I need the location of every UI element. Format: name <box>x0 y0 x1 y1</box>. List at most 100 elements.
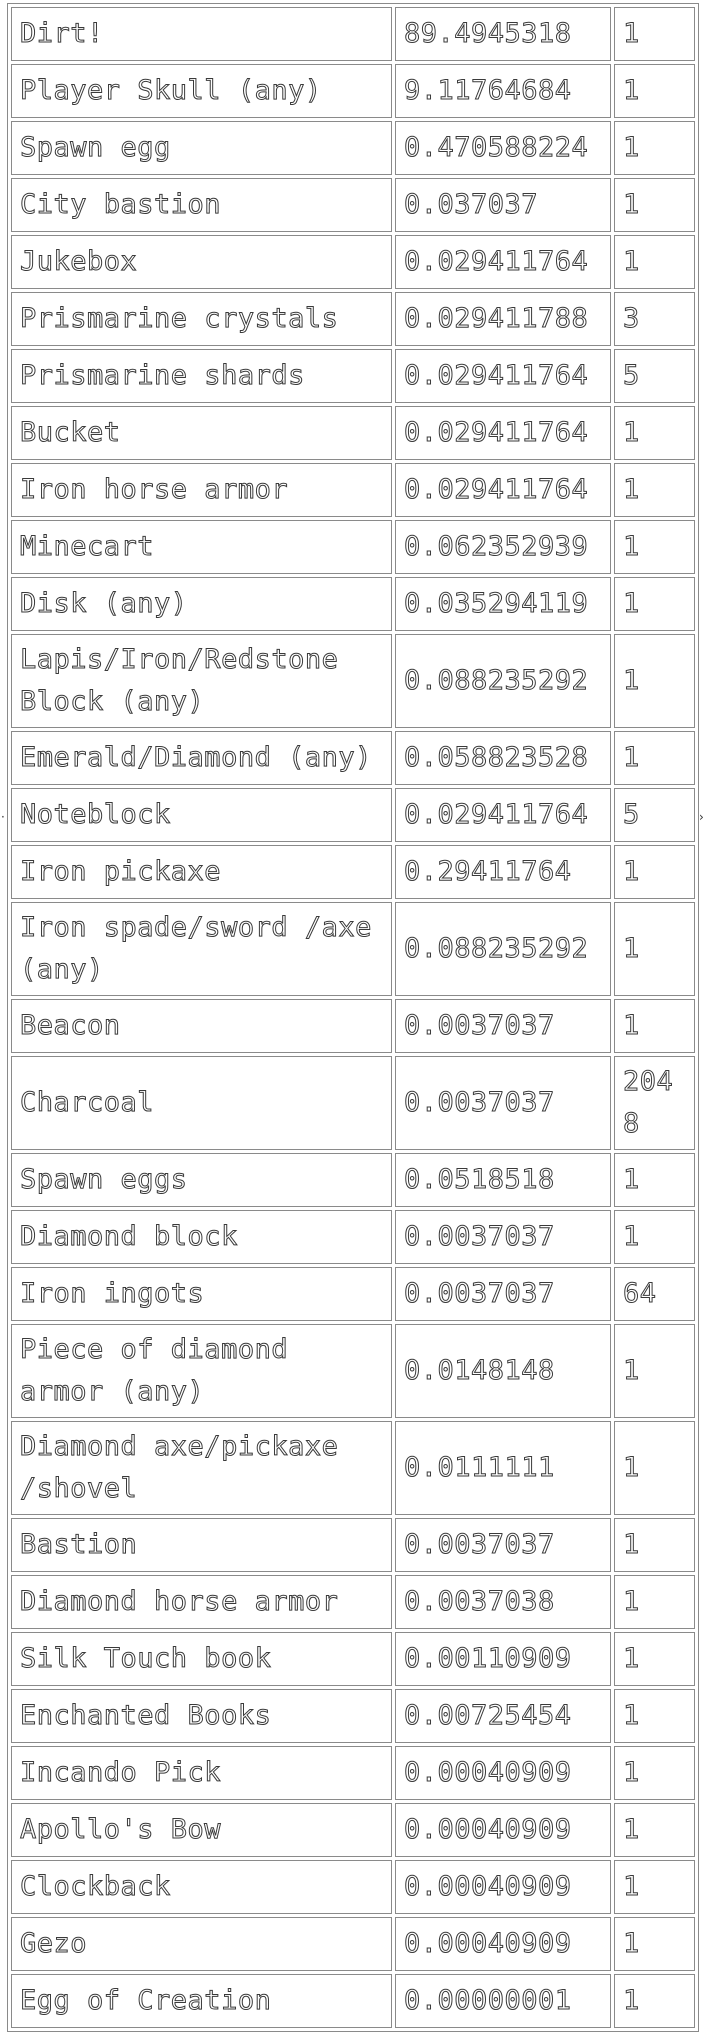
table-row: Disk (any) 0.035294119 1 <box>11 577 695 631</box>
drop-chance-cell: 0.00000001 <box>395 1974 611 2028</box>
item-count-cell: 1 <box>614 463 695 517</box>
drop-chance-cell: 0.0148148 <box>395 1324 611 1418</box>
item-count-cell: 1 <box>614 1632 695 1686</box>
item-name-cell: Enchanted Books <box>11 1689 392 1743</box>
drop-chance-cell: 0.00725454 <box>395 1689 611 1743</box>
drop-chance-cell: 0.029411764 <box>395 788 611 842</box>
drop-chance-cell: 0.029411764 <box>395 349 611 403</box>
drop-chance-cell: 0.035294119 <box>395 577 611 631</box>
table-row: Beacon 0.0037037 1 <box>11 999 695 1053</box>
drop-chance-cell: 0.0037037 <box>395 999 611 1053</box>
item-count-cell: 1 <box>614 7 695 61</box>
drop-chance-cell: 0.029411764 <box>395 235 611 289</box>
item-name-cell: Incando Pick <box>11 1746 392 1800</box>
item-count-cell: 1 <box>614 1153 695 1207</box>
item-count-cell: 1 <box>614 1421 695 1515</box>
item-count-cell: 5 <box>614 349 695 403</box>
table-row: Prismarine crystals 0.029411788 3 <box>11 292 695 346</box>
item-count-cell: 2048 <box>614 1056 695 1150</box>
item-count-cell: 1 <box>614 178 695 232</box>
table-row: Noteblock 0.029411764 5 <box>11 788 695 842</box>
item-count-cell: 1 <box>614 1689 695 1743</box>
table-row: Piece of diamond armor (any) 0.0148148 1 <box>11 1324 695 1418</box>
item-count-cell: 1 <box>614 1860 695 1914</box>
item-name-cell: Charcoal <box>11 1056 392 1150</box>
item-count-cell: 1 <box>614 999 695 1053</box>
drop-table-container: Dirt! 89.4945318 1 Player Skull (any) 9.1176… <box>7 3 699 2032</box>
right-edge-mark: › <box>699 810 704 824</box>
drop-chance-cell: 0.062352939 <box>395 520 611 574</box>
drop-chance-cell: 0.088235292 <box>395 902 611 996</box>
item-name-cell: Lapis/Iron/Redstone Block (any) <box>11 634 392 728</box>
table-row: Bastion 0.0037037 1 <box>11 1518 695 1572</box>
drop-chance-cell: 0.0037037 <box>395 1210 611 1264</box>
table-row: Player Skull (any) 9.11764684 1 <box>11 64 695 118</box>
item-name-cell: Spawn egg <box>11 121 392 175</box>
table-row: Iron ingots 0.0037037 64 <box>11 1267 695 1321</box>
item-count-cell: 5 <box>614 788 695 842</box>
item-count-cell: 1 <box>614 406 695 460</box>
drop-chance-cell: 0.00110909 <box>395 1632 611 1686</box>
table-row: Iron spade/sword /axe (any) 0.088235292 1 <box>11 902 695 996</box>
item-name-cell: Iron pickaxe <box>11 845 392 899</box>
drop-chance-cell: 89.4945318 <box>395 7 611 61</box>
item-name-cell: Beacon <box>11 999 392 1053</box>
item-count-cell: 1 <box>614 1803 695 1857</box>
drop-chance-cell: 0.029411788 <box>395 292 611 346</box>
item-count-cell: 1 <box>614 520 695 574</box>
table-row: Iron horse armor 0.029411764 1 <box>11 463 695 517</box>
table-row: Lapis/Iron/Redstone Block (any) 0.0882352… <box>11 634 695 728</box>
table-row: Minecart 0.062352939 1 <box>11 520 695 574</box>
table-row: Apollo's Bow 0.00040909 1 <box>11 1803 695 1857</box>
item-count-cell: 1 <box>614 1518 695 1572</box>
item-count-cell: 3 <box>614 292 695 346</box>
item-name-cell: Piece of diamond armor (any) <box>11 1324 392 1418</box>
table-row: Diamond axe/pickaxe /shovel 0.0111111 1 <box>11 1421 695 1515</box>
item-count-cell: 1 <box>614 64 695 118</box>
item-name-cell: Bucket <box>11 406 392 460</box>
item-name-cell: Player Skull (any) <box>11 64 392 118</box>
item-name-cell: Prismarine shards <box>11 349 392 403</box>
drop-chance-cell: 0.00040909 <box>395 1746 611 1800</box>
item-name-cell: Diamond horse armor <box>11 1575 392 1629</box>
item-name-cell: Disk (any) <box>11 577 392 631</box>
table-row: Spawn eggs 0.0518518 1 <box>11 1153 695 1207</box>
table-row: Enchanted Books 0.00725454 1 <box>11 1689 695 1743</box>
item-count-cell: 64 <box>614 1267 695 1321</box>
drop-chance-cell: 0.00040909 <box>395 1803 611 1857</box>
left-edge-mark: · <box>1 810 5 824</box>
item-count-cell: 1 <box>614 845 695 899</box>
item-name-cell: Bastion <box>11 1518 392 1572</box>
item-name-cell: Jukebox <box>11 235 392 289</box>
drop-chance-cell: 0.00040909 <box>395 1917 611 1971</box>
table-row: Incando Pick 0.00040909 1 <box>11 1746 695 1800</box>
item-name-cell: Silk Touch book <box>11 1632 392 1686</box>
table-row: Prismarine shards 0.029411764 5 <box>11 349 695 403</box>
item-name-cell: Gezo <box>11 1917 392 1971</box>
item-name-cell: Diamond axe/pickaxe /shovel <box>11 1421 392 1515</box>
item-name-cell: Apollo's Bow <box>11 1803 392 1857</box>
table-row: Bucket 0.029411764 1 <box>11 406 695 460</box>
item-name-cell: Emerald/Diamond (any) <box>11 731 392 785</box>
table-row: Silk Touch book 0.00110909 1 <box>11 1632 695 1686</box>
table-row: Charcoal 0.0037037 2048 <box>11 1056 695 1150</box>
table-row: Emerald/Diamond (any) 0.058823528 1 <box>11 731 695 785</box>
table-row: City bastion 0.037037 1 <box>11 178 695 232</box>
item-name-cell: Iron horse armor <box>11 463 392 517</box>
item-count-cell: 1 <box>614 731 695 785</box>
drop-table-body: Dirt! 89.4945318 1 Player Skull (any) 9.1176… <box>11 7 695 2028</box>
drop-chance-cell: 0.037037 <box>395 178 611 232</box>
item-count-cell: 1 <box>614 634 695 728</box>
drop-chance-cell: 0.058823528 <box>395 731 611 785</box>
table-row: Clockback 0.00040909 1 <box>11 1860 695 1914</box>
item-name-cell: Egg of Creation <box>11 1974 392 2028</box>
drop-chance-cell: 0.470588224 <box>395 121 611 175</box>
drop-chance-cell: 0.029411764 <box>395 406 611 460</box>
item-name-cell: Iron ingots <box>11 1267 392 1321</box>
drop-chance-cell: 0.088235292 <box>395 634 611 728</box>
item-name-cell: Iron spade/sword /axe (any) <box>11 902 392 996</box>
drop-chance-cell: 0.029411764 <box>395 463 611 517</box>
item-count-cell: 1 <box>614 1917 695 1971</box>
drop-chance-table: Dirt! 89.4945318 1 Player Skull (any) 9.1176… <box>7 3 699 2032</box>
item-name-cell: Clockback <box>11 1860 392 1914</box>
